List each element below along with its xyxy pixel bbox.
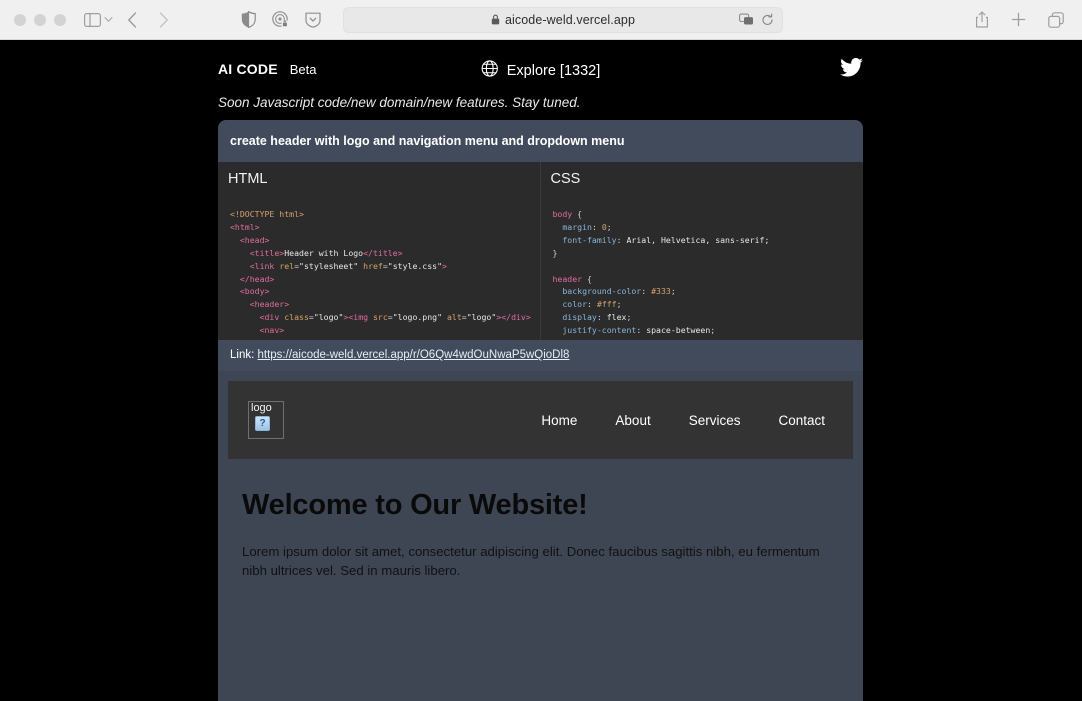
preview-heading: Welcome to Our Website! bbox=[242, 489, 588, 521]
translate-icon[interactable] bbox=[739, 13, 754, 26]
site-header: AI CODE Beta Explore [1332] bbox=[218, 48, 863, 90]
css-pane-title: CSS bbox=[550, 171, 581, 187]
brand-name: AI CODE bbox=[218, 61, 278, 77]
preview-logo-broken-image[interactable]: logo ? bbox=[248, 401, 284, 439]
css-code-block: body { margin: 0; font-family: Arial, He… bbox=[552, 209, 770, 340]
css-pane[interactable]: CSS body { margin: 0; font-family: Arial… bbox=[540, 162, 863, 340]
html-pane[interactable]: HTML <!DOCTYPE html> <html> <head> <titl… bbox=[218, 162, 541, 340]
html-code-block: <!DOCTYPE html> <html> <head> <title>Hea… bbox=[230, 209, 531, 340]
toolbar-extensions bbox=[241, 11, 321, 28]
result-link-bar: Link: https://aicode-weld.vercel.app/r/O… bbox=[218, 340, 863, 371]
address-bar[interactable]: aicode-weld.vercel.app bbox=[343, 6, 783, 33]
extension-shield-icon[interactable] bbox=[305, 12, 321, 28]
site-brand[interactable]: AI CODE Beta bbox=[218, 61, 317, 77]
tagline: Soon Javascript code/new domain/new feat… bbox=[218, 95, 581, 110]
minimize-window-button[interactable] bbox=[34, 13, 46, 26]
html-pane-title: HTML bbox=[228, 171, 268, 187]
preview-header: logo ? Home About Services Contact bbox=[228, 381, 853, 459]
address-bar-actions bbox=[739, 13, 774, 26]
toolbar-right-actions bbox=[975, 11, 1068, 28]
preview-nav: Home About Services Contact bbox=[541, 413, 833, 428]
preview-frame: logo ? Home About Services Contact Welco… bbox=[218, 371, 863, 701]
link-label: Link: bbox=[230, 349, 255, 361]
preview-main: Welcome to Our Website! Lorem ipsum dolo… bbox=[218, 459, 863, 580]
share-icon[interactable] bbox=[975, 11, 989, 28]
browser-toolbar: aicode-weld.vercel.app bbox=[0, 0, 1082, 40]
forward-button[interactable] bbox=[158, 11, 169, 28]
address-bar-url: aicode-weld.vercel.app bbox=[504, 12, 636, 27]
preview-logo-alt-text: logo bbox=[251, 402, 272, 414]
preview-nav-item-services[interactable]: Services bbox=[689, 413, 741, 428]
preview-nav-item-contact[interactable]: Contact bbox=[778, 413, 825, 428]
brand-beta-badge: Beta bbox=[289, 62, 317, 77]
broken-image-icon: ? bbox=[255, 416, 270, 431]
window-controls bbox=[14, 13, 66, 26]
shield-icon[interactable] bbox=[241, 11, 256, 28]
tab-overview-icon[interactable] bbox=[1048, 11, 1064, 28]
explore-link[interactable]: Explore [1332] bbox=[481, 60, 601, 81]
reload-icon[interactable] bbox=[761, 13, 774, 26]
code-panes: HTML <!DOCTYPE html> <html> <head> <titl… bbox=[218, 162, 863, 340]
lock-icon bbox=[491, 14, 500, 25]
new-tab-button[interactable] bbox=[1011, 12, 1026, 27]
preview-nav-item-about[interactable]: About bbox=[615, 413, 650, 428]
preview-paragraph: Lorem ipsum dolor sit amet, consectetur … bbox=[242, 544, 820, 578]
page-content: AI CODE Beta Explore [1332] Soon Javascr… bbox=[0, 40, 1082, 701]
web-page: AI CODE Beta Explore [1332] Soon Javascr… bbox=[0, 40, 1082, 701]
navigation-buttons bbox=[127, 11, 169, 28]
result-link[interactable]: https://aicode-weld.vercel.app/r/O6Qw4wd… bbox=[258, 349, 570, 361]
sidebar-toggle-button[interactable] bbox=[84, 12, 113, 27]
explore-label: Explore [1332] bbox=[506, 62, 601, 79]
globe-icon bbox=[481, 60, 498, 81]
maximize-window-button[interactable] bbox=[54, 13, 66, 26]
close-window-button[interactable] bbox=[14, 13, 26, 26]
generation-card: create header with logo and navigation m… bbox=[218, 120, 863, 701]
back-button[interactable] bbox=[127, 11, 138, 28]
prompt-text: create header with logo and navigation m… bbox=[218, 120, 863, 162]
privacy-report-icon[interactable] bbox=[272, 11, 289, 28]
sidebar-toggle-icon bbox=[84, 12, 101, 27]
preview-nav-item-home[interactable]: Home bbox=[541, 413, 577, 428]
twitter-bird-icon[interactable] bbox=[840, 57, 863, 82]
chevron-down-icon[interactable] bbox=[104, 16, 113, 23]
